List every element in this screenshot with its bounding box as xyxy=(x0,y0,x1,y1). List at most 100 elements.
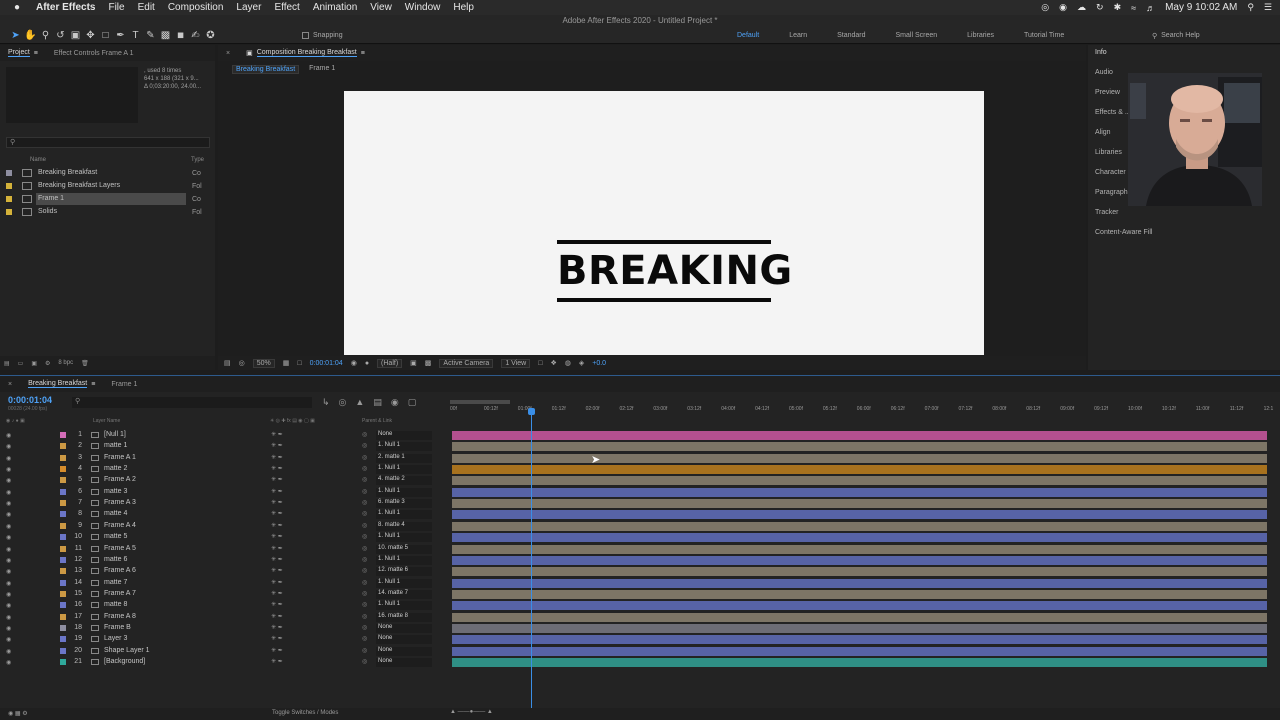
column-parent-link[interactable]: Parent & Link xyxy=(362,418,392,424)
layer-switches-icon[interactable]: ✳ ✒ xyxy=(271,510,283,517)
label-color[interactable] xyxy=(60,466,66,473)
workspace-standard[interactable]: Standard xyxy=(837,32,865,39)
column-type[interactable]: Type xyxy=(191,157,204,163)
pick-whip-icon[interactable]: ◎ xyxy=(362,579,367,586)
menu-animation[interactable]: Animation xyxy=(313,2,357,13)
label-color[interactable] xyxy=(60,602,66,609)
layer-row[interactable]: ◉ 2 matte 1 ✳ ✒ ◎ 1. Null 1 xyxy=(0,441,446,452)
panel-info[interactable]: Info xyxy=(1095,49,1107,56)
pick-whip-icon[interactable]: ◎ xyxy=(362,658,367,665)
parent-select[interactable]: 8. matte 4 xyxy=(376,521,432,531)
roto-brush-tool-icon[interactable]: ✍ xyxy=(188,28,203,43)
time-ruler[interactable]: 00f 00:12f 01:00f 01:12f 02:00f 02:12f 03:00f 0… xyxy=(450,400,1273,420)
parent-select[interactable]: 4. matte 2 xyxy=(376,476,432,486)
layer-row[interactable]: ◉ 8 matte 4 ✳ ✒ ◎ 1. Null 1 xyxy=(0,509,446,520)
layer-duration-bar[interactable] xyxy=(452,567,1267,577)
label-color[interactable] xyxy=(60,488,66,495)
menu-composition[interactable]: Composition xyxy=(168,2,224,13)
snapping-toggle[interactable]: Snapping xyxy=(302,31,343,39)
visibility-eye-icon[interactable]: ◉ xyxy=(6,614,11,621)
visibility-eye-icon[interactable]: ◉ xyxy=(6,546,11,553)
view-layout-select[interactable]: 1 View xyxy=(501,358,531,368)
panel-paragraph[interactable]: Paragraph xyxy=(1095,189,1128,196)
layer-duration-bar[interactable] xyxy=(452,544,1267,554)
panel-menu-icon[interactable]: ≡ xyxy=(91,381,95,388)
layer-row[interactable]: ◉ 9 Frame A 4 ✳ ✒ ◎ 8. matte 4 xyxy=(0,521,446,532)
current-time[interactable]: 0:00:01:04 xyxy=(310,360,343,367)
layer-row[interactable]: ◉ 10 matte 5 ✳ ✒ ◎ 1. Null 1 xyxy=(0,532,446,543)
parent-select[interactable]: 1. Null 1 xyxy=(376,555,432,565)
tab-breaking-breakfast[interactable]: Breaking Breakfast ≡ xyxy=(20,376,103,392)
reset-exposure-icon[interactable]: ◈ xyxy=(579,359,584,367)
crumb-breaking-breakfast[interactable]: Breaking Breakfast xyxy=(232,65,300,74)
pan-behind-tool-icon[interactable]: ✥ xyxy=(83,28,98,43)
brush-tool-icon[interactable]: ✎ xyxy=(143,28,158,43)
tab-frame-1[interactable]: Frame 1 xyxy=(103,376,145,392)
camera-view-select[interactable]: Active Camera xyxy=(439,358,494,368)
layer-name[interactable]: matte 8 xyxy=(104,601,127,608)
panel-libraries[interactable]: Libraries xyxy=(1095,149,1122,156)
layer-row[interactable]: ◉ 20 Shape Layer 1 ✳ ✒ ◎ None xyxy=(0,646,446,657)
layer-switches-icon[interactable]: ✳ ✒ xyxy=(271,465,283,472)
zoom-tool-icon[interactable]: ⚲ xyxy=(38,28,53,43)
layer-name[interactable]: [Background] xyxy=(104,658,145,665)
label-color[interactable] xyxy=(60,432,66,438)
project-settings-icon[interactable]: ⚙ xyxy=(45,360,50,367)
panel-preview[interactable]: Preview xyxy=(1095,89,1120,96)
parent-select[interactable]: 1. Null 1 xyxy=(376,533,432,543)
resolution-select[interactable]: (Half) xyxy=(377,358,403,368)
column-layer-name[interactable]: Layer Name xyxy=(93,418,120,424)
layer-row[interactable]: ◉ 1 [Null 1] ✳ ✒ ◎ None xyxy=(0,430,446,441)
layer-switches-icon[interactable]: ✳ ✒ xyxy=(271,499,283,506)
wifi-icon[interactable]: ≈ xyxy=(1131,3,1136,13)
motion-blur-icon[interactable]: ◉ xyxy=(391,397,399,408)
current-time-indicator[interactable] xyxy=(528,408,535,715)
pick-whip-icon[interactable]: ◎ xyxy=(362,476,367,483)
label-color[interactable] xyxy=(60,659,66,665)
layer-name[interactable]: Frame A 8 xyxy=(104,613,136,620)
layer-switches-icon[interactable]: ✳ ✒ xyxy=(271,522,283,529)
creative-cloud-icon[interactable]: ☁ xyxy=(1077,2,1086,13)
work-area-bar[interactable] xyxy=(450,400,510,404)
parent-select[interactable]: None xyxy=(376,635,432,645)
label-color[interactable] xyxy=(60,579,66,586)
record-icon[interactable]: ◉ xyxy=(1059,2,1067,13)
layer-switches-icon[interactable]: ✳ ✒ xyxy=(271,647,283,654)
parent-select[interactable]: 1. Null 1 xyxy=(376,487,432,497)
interpret-footage-icon[interactable]: ▤ xyxy=(4,360,10,367)
spotlight-search-icon[interactable]: ⚲ xyxy=(1247,2,1254,13)
layer-switches-icon[interactable]: ✳ ✒ xyxy=(271,658,283,665)
panel-character[interactable]: Character xyxy=(1095,169,1126,176)
render-time-icon[interactable]: ◉ ▦ ⚙ xyxy=(8,710,28,717)
menu-app-name[interactable]: After Effects xyxy=(36,2,95,13)
pick-whip-icon[interactable]: ◎ xyxy=(362,635,367,642)
tab-composition[interactable]: ▣ Composition Breaking Breakfast ≡ xyxy=(238,45,373,61)
parent-select[interactable]: 1. Null 1 xyxy=(376,601,432,611)
layer-switches-icon[interactable]: ✳ ✒ xyxy=(271,442,283,449)
composition-viewer[interactable]: BREAKING xyxy=(344,91,984,355)
layer-name[interactable]: matte 2 xyxy=(104,465,127,472)
pick-whip-icon[interactable]: ◎ xyxy=(362,442,367,449)
layer-switches-icon[interactable]: ✳ ✒ xyxy=(271,488,283,495)
layer-row[interactable]: ◉ 15 Frame A 7 ✳ ✒ ◎ 14. matte 7 xyxy=(0,589,446,600)
layer-row[interactable]: ◉ 13 Frame A 6 ✳ ✒ ◎ 12. matte 6 xyxy=(0,566,446,577)
trash-icon[interactable]: 🗑 xyxy=(81,360,89,367)
layer-switches-icon[interactable]: ✳ ✒ xyxy=(271,567,283,574)
label-color[interactable] xyxy=(60,500,66,507)
pick-whip-icon[interactable]: ◎ xyxy=(362,601,367,608)
panel-align[interactable]: Align xyxy=(1095,129,1111,136)
visibility-eye-icon[interactable]: ◉ xyxy=(6,591,11,598)
parent-select[interactable]: None xyxy=(376,431,432,440)
layer-name[interactable]: Frame A 3 xyxy=(104,499,136,506)
visibility-eye-icon[interactable]: ◉ xyxy=(6,568,11,575)
visibility-eye-icon[interactable]: ◉ xyxy=(6,432,11,439)
pick-whip-icon[interactable]: ◎ xyxy=(362,545,367,552)
label-color[interactable] xyxy=(60,477,66,484)
visibility-eye-icon[interactable]: ◉ xyxy=(6,636,11,643)
parent-select[interactable]: 10. matte 5 xyxy=(376,544,432,554)
layer-duration-bar[interactable] xyxy=(452,623,1267,633)
puppet-tool-icon[interactable]: ✪ xyxy=(203,28,218,43)
snapping-checkbox[interactable] xyxy=(302,31,309,39)
switches-header-icon[interactable]: ✳ ◎ ✚ fx ▤ ◉ ▢ ▣ xyxy=(270,418,315,424)
label-color[interactable] xyxy=(60,647,66,654)
